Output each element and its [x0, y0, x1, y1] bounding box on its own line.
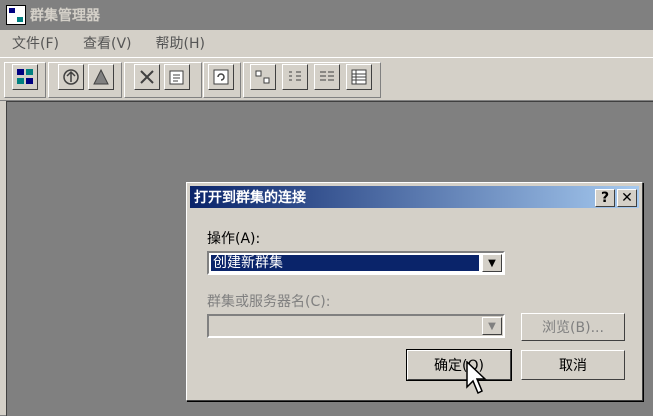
cancel-button[interactable]: 取消: [521, 350, 625, 380]
refresh-icon[interactable]: [208, 64, 234, 90]
ok-button[interactable]: 确定(O): [406, 349, 512, 381]
operation-selected-value: 创建新群集: [210, 254, 480, 272]
help-button[interactable]: ?: [595, 189, 615, 207]
large-icons-view-icon[interactable]: [250, 64, 276, 90]
browse-button[interactable]: 浏览(B)...: [521, 313, 625, 341]
dialog-title: 打开到群集的连接: [194, 190, 306, 206]
title-bar: 群集管理器: [0, 0, 653, 30]
chevron-down-icon[interactable]: ▼: [482, 254, 502, 272]
chevron-down-icon[interactable]: ▼: [482, 317, 502, 335]
menu-file[interactable]: 文件(F): [0, 33, 71, 53]
cluster-icon[interactable]: [12, 64, 38, 90]
open-connection-dialog: 打开到群集的连接 ? ✕ 操作(A): 创建新群集 ▼ 群集或服务器名(C): …: [186, 182, 643, 401]
server-name-label: 群集或服务器名(C):: [207, 294, 331, 310]
details-view-icon[interactable]: [346, 64, 372, 90]
cluster-manager-window: 群集管理器 文件(F) 查看(V) 帮助(H) 打开到群集的连接 ? ✕ 操作(…: [0, 0, 653, 416]
warning-icon[interactable]: [88, 64, 114, 90]
menu-help[interactable]: 帮助(H): [144, 33, 217, 53]
mouse-pointer-icon: [466, 361, 487, 395]
window-title: 群集管理器: [30, 8, 100, 24]
toolbar: [0, 57, 653, 101]
delete-icon[interactable]: [134, 64, 160, 90]
list-view-icon[interactable]: [314, 64, 340, 90]
menu-view[interactable]: 查看(V): [71, 33, 144, 53]
operation-dropdown[interactable]: 创建新群集 ▼: [207, 251, 505, 275]
small-icons-view-icon[interactable]: [282, 64, 308, 90]
menu-bar: 文件(F) 查看(V) 帮助(H): [0, 30, 653, 56]
dialog-title-bar: 打开到群集的连接: [190, 186, 639, 208]
open-connection-icon[interactable]: [58, 64, 84, 90]
cluster-app-icon: [6, 5, 26, 25]
close-button[interactable]: ✕: [617, 189, 637, 207]
server-name-combo[interactable]: ▼: [207, 314, 505, 338]
operation-label: 操作(A):: [207, 231, 261, 247]
properties-icon[interactable]: [164, 64, 190, 90]
